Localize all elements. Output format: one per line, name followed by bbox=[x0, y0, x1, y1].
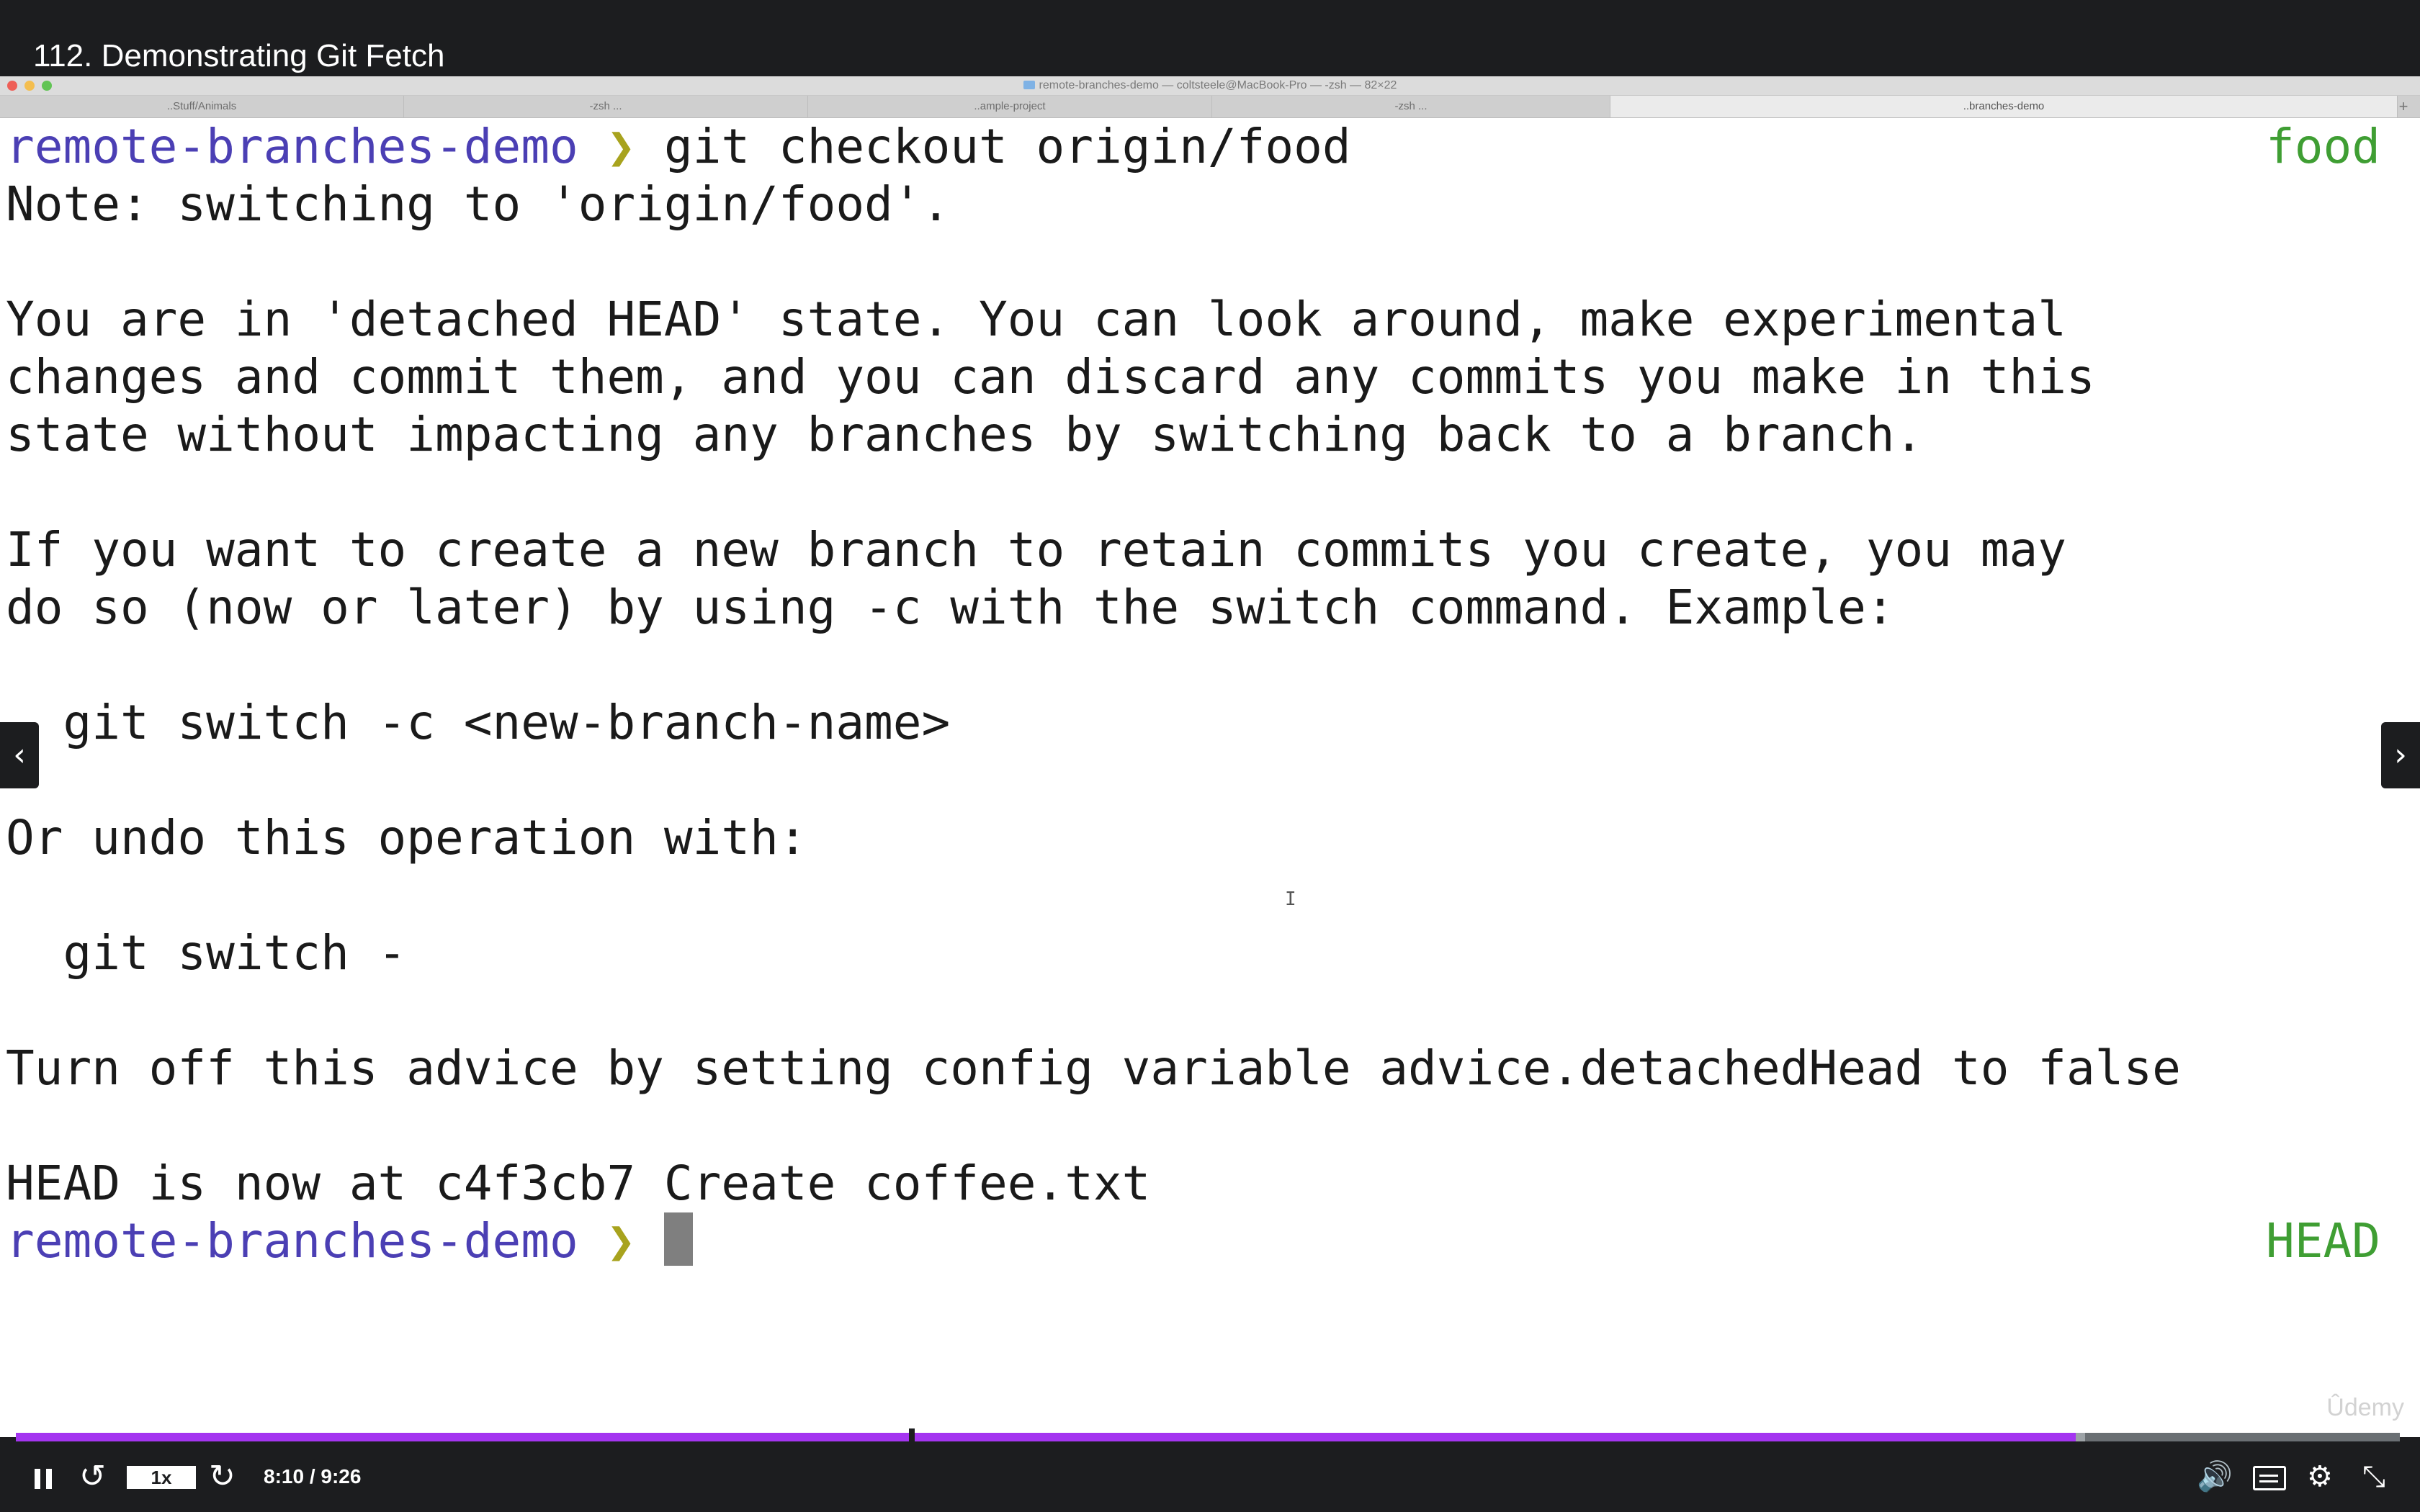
output-line: state without impacting any branches by … bbox=[6, 407, 1924, 462]
tab-sample-project[interactable]: ..ample-project bbox=[808, 96, 1212, 117]
folder-icon bbox=[1023, 81, 1035, 89]
output-line: Turn off this advice by setting config v… bbox=[6, 1040, 2181, 1096]
output-line: Or undo this operation with: bbox=[6, 810, 807, 865]
zoom-window-icon[interactable] bbox=[42, 81, 52, 91]
forward-5-icon[interactable]: ↻ bbox=[209, 1441, 236, 1512]
prompt-directory: remote-branches-demo bbox=[6, 1213, 578, 1269]
terminal-tab-strip: ..Stuff/Animals -zsh ... ..ample-project… bbox=[0, 96, 2420, 118]
output-line: If you want to create a new branch to re… bbox=[6, 522, 2066, 577]
rewind-5-icon[interactable]: ↺ bbox=[79, 1441, 106, 1512]
prompt-arrow: ❯ bbox=[606, 1213, 636, 1269]
window-titlebar: remote-branches-demo — coltsteele@MacBoo… bbox=[0, 76, 2420, 96]
next-lecture-button[interactable]: › bbox=[2381, 722, 2420, 788]
player-controls: ↺ 1x ↻ 8:10 / 9:26 🔊 ⚙ ⤡ bbox=[0, 1441, 2420, 1512]
captions-icon[interactable] bbox=[2253, 1441, 2286, 1512]
output-line: git switch -c <new-branch-name> bbox=[6, 695, 951, 750]
udemy-watermark: Ûdemy bbox=[2326, 1394, 2404, 1421]
playback-speed-button[interactable]: 1x bbox=[127, 1466, 196, 1489]
terminal-content[interactable]: remote-branches-demo ❯ git checkout orig… bbox=[0, 118, 2420, 1437]
command-line: remote-branches-demo ❯ git checkout orig… bbox=[6, 118, 1351, 176]
timecode: 8:10 / 9:26 bbox=[264, 1465, 362, 1488]
branch-indicator: food bbox=[2266, 119, 2380, 174]
tab-zsh-1[interactable]: -zsh ... bbox=[404, 96, 808, 117]
pause-icon[interactable] bbox=[29, 1441, 58, 1512]
text-cursor bbox=[663, 1212, 693, 1266]
video-title-bar: 112. Demonstrating Git Fetch bbox=[0, 0, 2420, 76]
prompt-arrow: ❯ bbox=[606, 119, 636, 174]
terminal-window: remote-branches-demo — coltsteele@MacBoo… bbox=[0, 76, 2420, 1437]
close-window-icon[interactable] bbox=[7, 81, 17, 91]
tab-zsh-2[interactable]: -zsh ... bbox=[1212, 96, 1610, 117]
prompt-directory: remote-branches-demo bbox=[6, 119, 578, 174]
minimize-window-icon[interactable] bbox=[24, 81, 35, 91]
exit-fullscreen-icon[interactable]: ⤡ bbox=[2362, 1441, 2385, 1512]
output-line: git switch - bbox=[6, 925, 407, 981]
new-tab-button[interactable]: + bbox=[2393, 96, 2414, 117]
output-line: Note: switching to 'origin/food'. bbox=[6, 176, 951, 232]
tab-branches-demo[interactable]: ..branches-demo bbox=[1610, 96, 2398, 117]
gear-icon[interactable]: ⚙ bbox=[2307, 1441, 2333, 1512]
command-text: git checkout origin/food bbox=[635, 119, 1351, 174]
volume-icon[interactable]: 🔊 bbox=[2197, 1441, 2233, 1512]
output-line: changes and commit them, and you can dis… bbox=[6, 349, 2095, 405]
output-line: do so (now or later) by using -c with th… bbox=[6, 580, 1895, 635]
output-line: You are in 'detached HEAD' state. You ca… bbox=[6, 292, 2066, 347]
current-prompt-line: remote-branches-demo ❯ bbox=[6, 1212, 693, 1270]
head-indicator: HEAD bbox=[2266, 1213, 2380, 1269]
mouse-ibeam-cursor-icon: I bbox=[1285, 888, 1296, 910]
tab-animals[interactable]: ..Stuff/Animals bbox=[0, 96, 404, 117]
window-title: remote-branches-demo — coltsteele@MacBoo… bbox=[994, 78, 1426, 93]
progress-bar[interactable] bbox=[16, 1428, 2400, 1446]
window-title-text: remote-branches-demo — coltsteele@MacBoo… bbox=[1039, 79, 1397, 91]
progress-played bbox=[16, 1433, 2076, 1441]
lecture-title: 112. Demonstrating Git Fetch bbox=[33, 38, 445, 73]
previous-lecture-button[interactable]: ‹ bbox=[0, 722, 39, 788]
output-line: HEAD is now at c4f3cb7 Create coffee.txt bbox=[6, 1156, 1151, 1211]
